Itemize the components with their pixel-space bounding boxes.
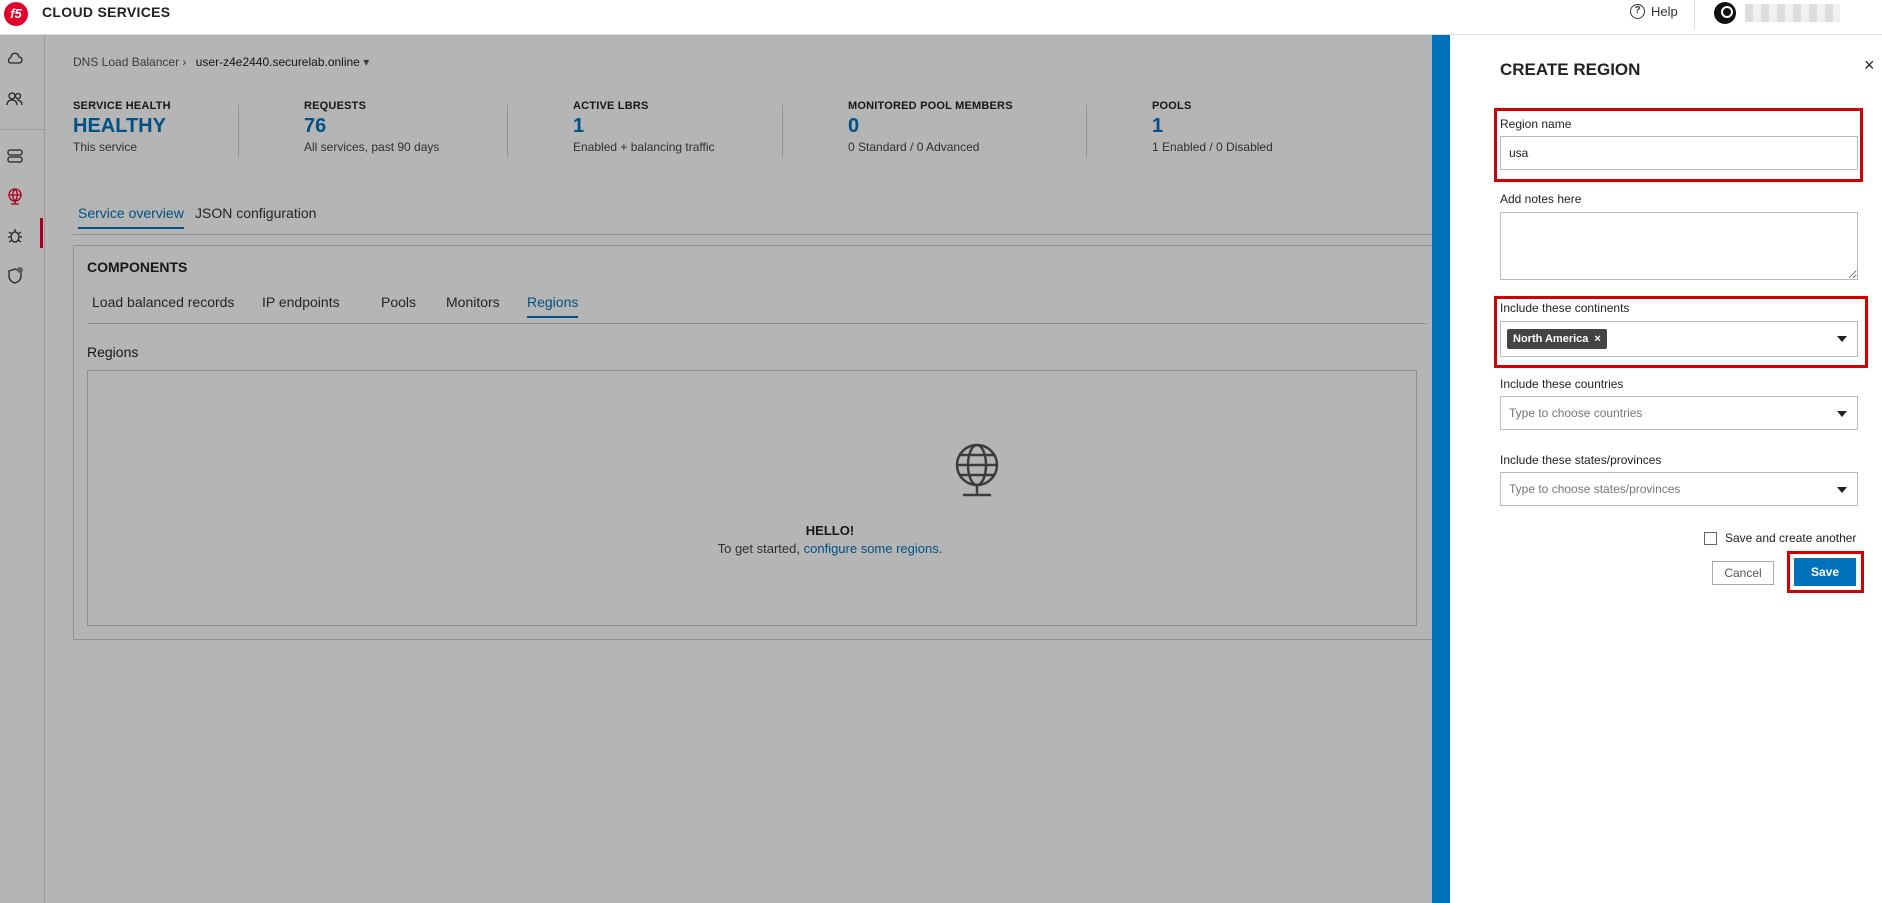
highlight-save — [1787, 551, 1864, 593]
help-link[interactable]: ? Help — [1630, 4, 1678, 19]
notes-label: Add notes here — [1500, 192, 1582, 206]
help-icon: ? — [1630, 4, 1645, 19]
topbar-divider — [1694, 0, 1695, 30]
notes-textarea[interactable] — [1500, 212, 1858, 280]
user-avatar-icon[interactable] — [1714, 2, 1736, 24]
countries-placeholder: Type to choose countries — [1509, 406, 1643, 420]
brand-title: CLOUD SERVICES — [42, 4, 171, 20]
top-bar: f5 CLOUD SERVICES ? Help — [0, 0, 1882, 35]
chevron-down-icon[interactable] — [1837, 487, 1847, 493]
highlight-region-name — [1494, 108, 1863, 182]
save-another-row[interactable]: Save and create another — [1704, 531, 1856, 545]
countries-select[interactable]: Type to choose countries — [1500, 396, 1858, 430]
cancel-button[interactable]: Cancel — [1712, 561, 1774, 585]
highlight-continents — [1494, 296, 1868, 368]
panel-title: CREATE REGION — [1500, 60, 1641, 79]
help-label: Help — [1651, 4, 1678, 19]
close-icon[interactable]: × — [1864, 55, 1875, 76]
page-overlay[interactable] — [0, 35, 1432, 903]
states-placeholder: Type to choose states/provinces — [1509, 482, 1681, 496]
countries-label: Include these countries — [1500, 377, 1624, 391]
chevron-down-icon[interactable] — [1837, 411, 1847, 417]
states-select[interactable]: Type to choose states/provinces — [1500, 472, 1858, 506]
save-another-checkbox[interactable] — [1704, 531, 1717, 545]
f5-logo[interactable]: f5 — [4, 2, 28, 26]
create-region-panel: CREATE REGION × Region name usa Add note… — [1450, 35, 1882, 903]
user-name-redacted — [1745, 4, 1840, 22]
panel-accent-bar — [1432, 35, 1450, 903]
states-label: Include these states/provinces — [1500, 453, 1662, 467]
save-another-label: Save and create another — [1725, 531, 1857, 545]
